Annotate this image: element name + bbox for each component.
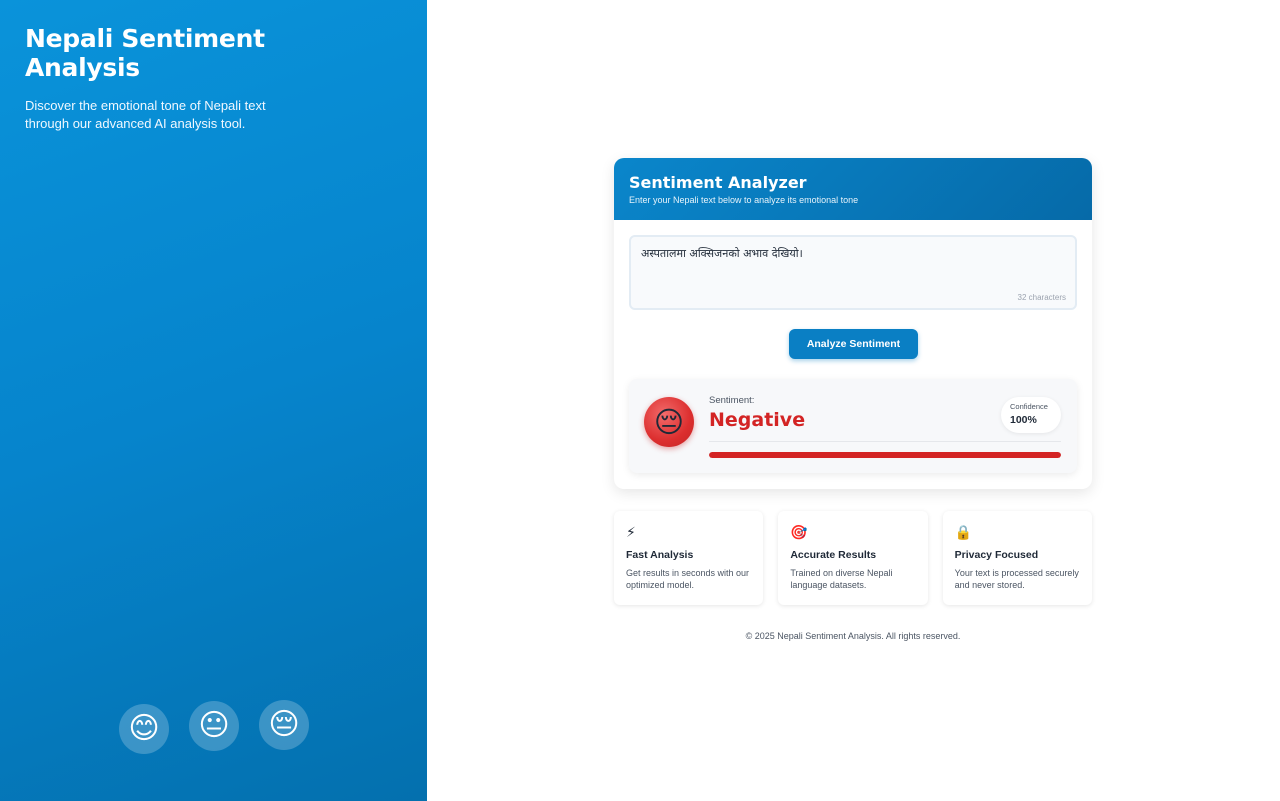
sad-emoji-icon: 😔: [644, 397, 694, 447]
lock-icon: 🔒: [954, 524, 973, 540]
happy-emoji-icon: 😊: [119, 704, 169, 754]
feature-card: ⚡ Fast Analysis Get results in seconds w…: [614, 511, 764, 605]
feature-title: Privacy Focused: [954, 549, 1039, 561]
confidence-value: 100%: [1010, 414, 1037, 426]
footer-copyright: © 2025 Nepali Sentiment Analysis. All ri…: [745, 631, 961, 641]
card-title: Sentiment Analyzer: [629, 173, 807, 192]
result-panel: 😔 Sentiment: Negative Confidence 100%: [629, 379, 1077, 473]
analyze-sentiment-button[interactable]: Analyze Sentiment: [789, 329, 918, 359]
sentiment-value: Negative: [709, 409, 806, 431]
app-title: Nepali Sentiment Analysis: [25, 24, 265, 82]
character-count: 32 characters: [1017, 293, 1066, 302]
target-icon: 🎯: [790, 524, 808, 540]
feature-title: Accurate Results: [790, 549, 877, 561]
divider: [709, 441, 1061, 442]
feature-card: 🔒 Privacy Focused Your text is processed…: [942, 511, 1092, 605]
sidebar: Nepali Sentiment Analysis Discover the e…: [0, 0, 427, 801]
card-header: Sentiment Analyzer Enter your Nepali tex…: [614, 158, 1092, 220]
input-value: अस्पतालमा अक्सिजनको अभाव देखियो।: [641, 247, 803, 260]
neutral-emoji-icon: 😐: [189, 701, 239, 751]
confidence-bar: [709, 452, 1061, 458]
sentiment-label: Sentiment:: [709, 395, 755, 406]
feature-list: ⚡ Fast Analysis Get results in seconds w…: [614, 511, 1092, 605]
confidence-badge: Confidence 100%: [1001, 397, 1061, 433]
emoji-row: 😊 😐 😔: [119, 700, 309, 754]
feature-description: Get results in seconds with our optimize…: [626, 568, 750, 590]
feature-card: 🎯 Accurate Results Trained on diverse Ne…: [778, 511, 928, 605]
analyzer-card: Sentiment Analyzer Enter your Nepali tex…: [614, 158, 1092, 489]
feature-title: Fast Analysis: [626, 549, 694, 561]
card-subtitle: Enter your Nepali text below to analyze …: [629, 195, 859, 205]
nepali-text-input[interactable]: अस्पतालमा अक्सिजनको अभाव देखियो। 32 char…: [629, 235, 1077, 310]
feature-description: Your text is processed securely and neve…: [954, 568, 1079, 590]
app-description: Discover the emotional tone of Nepali te…: [25, 98, 266, 131]
feature-description: Trained on diverse Nepali language datas…: [790, 568, 893, 590]
lightning-icon: ⚡: [626, 524, 636, 540]
confidence-bar-fill: [709, 452, 1061, 458]
confidence-label: Confidence: [1010, 402, 1048, 411]
sad-emoji-icon: 😔: [259, 700, 309, 750]
